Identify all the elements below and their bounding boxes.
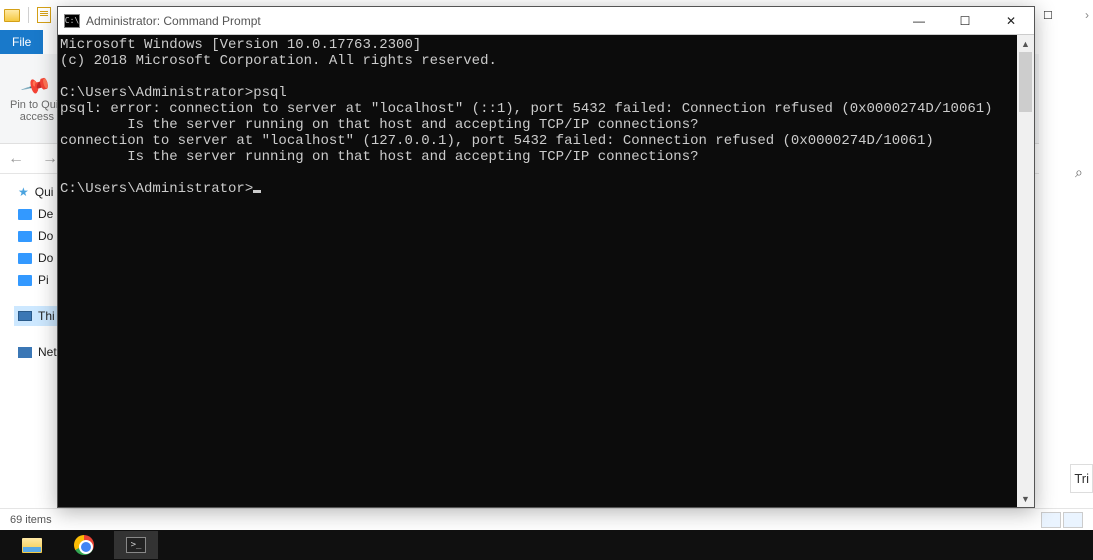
scroll-up-button[interactable]: ▲	[1017, 35, 1034, 52]
cmd-icon: >_	[126, 537, 146, 553]
desktop-icon	[18, 253, 32, 264]
sidebar-item-label: Do	[38, 251, 53, 265]
taskbar[interactable]: >_	[0, 530, 1093, 560]
sidebar-item-label: Net	[38, 345, 57, 359]
sidebar-item-label: Qui	[35, 185, 54, 199]
maximize-icon[interactable]: ☐	[1043, 9, 1053, 22]
folder-icon	[4, 9, 20, 22]
scroll-thumb[interactable]	[1019, 52, 1032, 112]
network-icon	[18, 347, 32, 358]
star-icon: ★	[18, 185, 29, 199]
terminal-output[interactable]: Microsoft Windows [Version 10.0.17763.23…	[58, 35, 1017, 507]
desktop-icon	[18, 231, 32, 242]
scrollbar[interactable]: ▲ ▼	[1017, 35, 1034, 507]
sidebar-item-label: Do	[38, 229, 53, 243]
sidebar-item-label: Thi	[38, 309, 55, 323]
status-bar: 69 items	[0, 508, 1093, 530]
cmd-icon: C:\	[64, 14, 80, 28]
cursor	[253, 190, 261, 193]
pc-icon	[18, 311, 32, 321]
taskbar-explorer[interactable]	[10, 531, 54, 559]
maximize-button[interactable]: ☐	[942, 7, 988, 35]
taskbar-cmd[interactable]: >_	[114, 531, 158, 559]
back-button[interactable]: ←	[8, 150, 24, 168]
cmd-titlebar[interactable]: C:\ Administrator: Command Prompt — ☐ ✕	[58, 7, 1034, 35]
minimize-button[interactable]: —	[896, 7, 942, 35]
command-prompt-window: C:\ Administrator: Command Prompt — ☐ ✕ …	[57, 6, 1035, 508]
search-icon[interactable]: ⌕	[1075, 164, 1089, 181]
chevron-icon[interactable]: ›	[1085, 8, 1089, 22]
desktop-icon	[18, 275, 32, 286]
file-tab[interactable]: File	[0, 30, 43, 54]
divider	[28, 7, 29, 23]
scroll-down-button[interactable]: ▼	[1017, 490, 1034, 507]
document-icon	[37, 7, 51, 23]
item-count: 69 items	[10, 514, 52, 526]
window-title: Administrator: Command Prompt	[86, 14, 261, 28]
partial-window-right: ☐ ›	[1039, 0, 1093, 500]
file-explorer-icon	[22, 538, 42, 553]
taskbar-chrome[interactable]	[62, 531, 106, 559]
pin-label: access	[20, 111, 54, 123]
trial-badge: Tri	[1070, 464, 1093, 493]
sidebar-item-label: Pi	[38, 273, 49, 287]
close-button[interactable]: ✕	[988, 7, 1034, 35]
forward-button[interactable]: →	[42, 150, 58, 168]
sidebar-item-label: De	[38, 207, 53, 221]
desktop-icon	[18, 209, 32, 220]
details-view-button[interactable]	[1041, 512, 1061, 528]
icons-view-button[interactable]	[1063, 512, 1083, 528]
pin-to-quick-access-button[interactable]: 📌 Pin to Quic access	[10, 74, 64, 123]
chrome-icon	[74, 535, 94, 555]
